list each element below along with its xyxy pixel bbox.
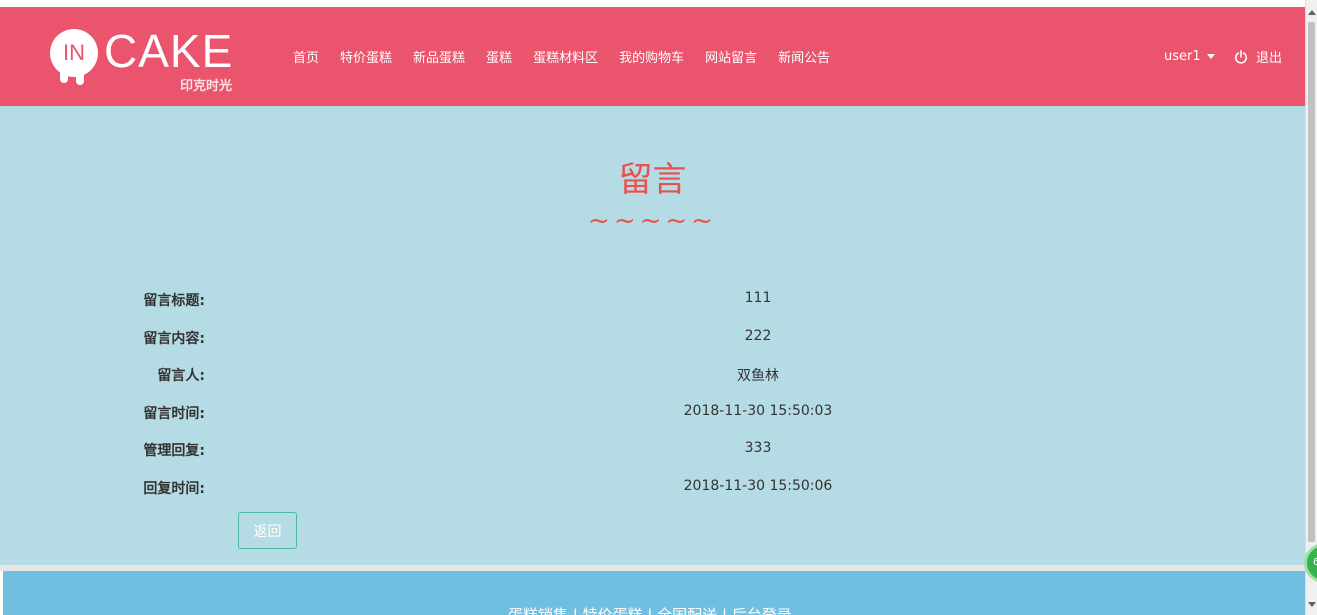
site-logo[interactable]: IN CAKE 印克时光 — [50, 25, 245, 94]
page-title: 留言 — [618, 160, 687, 200]
nav-news[interactable]: 新闻公告 — [778, 47, 830, 66]
nav-messages[interactable]: 网站留言 — [705, 47, 757, 66]
nav-home[interactable]: 首页 — [293, 47, 319, 66]
main-nav: 首页 特价蛋糕 新品蛋糕 蛋糕 蛋糕材料区 我的购物车 网站留言 新闻公告 — [293, 7, 851, 106]
back-button[interactable]: 返回 — [238, 512, 297, 549]
detail-value: 222 — [744, 328, 772, 344]
detail-value: 333 — [744, 440, 772, 456]
detail-label: 留言人: — [157, 368, 205, 384]
detail-label: 回复时间: — [143, 481, 205, 497]
logout-link[interactable]: 退出 — [1234, 7, 1282, 106]
detail-label: 留言时间: — [143, 406, 205, 422]
user-dropdown[interactable]: user1 — [1164, 7, 1215, 106]
detail-row-reply-time: 回复时间: 2018-11-30 15:50:06 — [0, 478, 1305, 502]
top-header: IN CAKE 印克时光 首页 特价蛋糕 新品蛋糕 蛋糕 蛋糕材料区 我的购物车… — [0, 7, 1305, 106]
nav-cake-materials[interactable]: 蛋糕材料区 — [533, 47, 598, 66]
nav-new-cakes[interactable]: 新品蛋糕 — [413, 47, 465, 66]
logo-subtitle: 印克时光 — [180, 79, 233, 94]
page-scrollbar[interactable] — [1305, 0, 1317, 615]
scroll-up-arrow-icon[interactable] — [1308, 10, 1316, 15]
detail-value: 双鱼林 — [737, 368, 779, 384]
username: user1 — [1164, 49, 1201, 64]
detail-value: 111 — [744, 290, 772, 306]
detail-row-title: 留言标题: 111 — [0, 290, 1305, 314]
detail-row-content: 留言内容: 222 — [0, 328, 1305, 352]
nav-special-cakes[interactable]: 特价蛋糕 — [340, 47, 392, 66]
logo-in-text: IN — [63, 40, 85, 65]
logout-label: 退出 — [1256, 51, 1283, 66]
scroll-thumb[interactable] — [1308, 22, 1315, 542]
caret-down-icon — [1206, 54, 1215, 59]
power-icon — [1234, 49, 1248, 64]
title-decoration: ~~~~~ — [588, 206, 717, 236]
detail-label: 留言内容: — [143, 331, 205, 347]
detail-value: 2018-11-30 15:50:06 — [683, 478, 833, 494]
detail-label: 管理回复: — [143, 443, 205, 459]
footer-links[interactable]: 蛋糕销售 | 特价蛋糕 | 全国配送 | 后台登录 — [508, 604, 792, 615]
site-footer: 蛋糕销售 | 特价蛋糕 | 全国配送 | 后台登录 — [3, 571, 1305, 615]
detail-label: 留言标题: — [143, 293, 205, 309]
nav-cakes[interactable]: 蛋糕 — [486, 47, 512, 66]
nav-shopping-cart[interactable]: 我的购物车 — [619, 47, 684, 66]
detail-value: 2018-11-30 15:50:03 — [683, 403, 833, 419]
detail-row-author: 留言人: 双鱼林 — [0, 365, 1305, 389]
detail-row-reply: 管理回复: 333 — [0, 440, 1305, 464]
scroll-down-arrow-icon[interactable] — [1308, 602, 1316, 607]
main-content: 留言 ~~~~~ 留言标题: 111 留言内容: 222 留言人: 双鱼林 留言… — [0, 106, 1305, 565]
detail-row-time: 留言时间: 2018-11-30 15:50:03 — [0, 403, 1305, 427]
page: IN CAKE 印克时光 首页 特价蛋糕 新品蛋糕 蛋糕 蛋糕材料区 我的购物车… — [0, 0, 1305, 615]
logo-cake-text: CAKE — [104, 25, 234, 77]
